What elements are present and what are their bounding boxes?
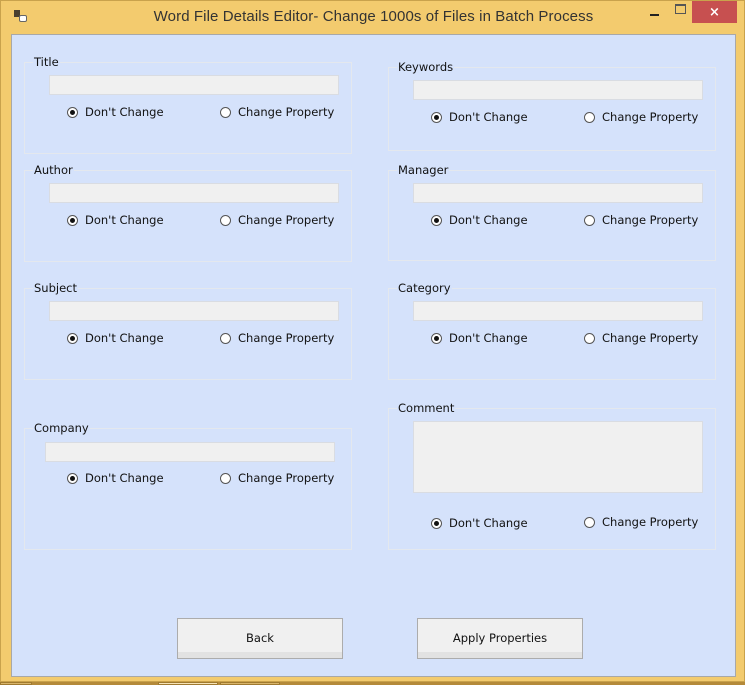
manager-input[interactable] [413,183,703,203]
minimize-button[interactable] [641,1,667,23]
title-input[interactable] [49,75,339,95]
subject-input[interactable] [49,301,339,321]
subject-dont-change-radio[interactable]: Don't Change [67,331,164,345]
maximize-button[interactable] [669,1,691,23]
client-area: Title Don't Change Change Property Autho… [11,34,736,677]
keywords-dont-change-radio[interactable]: Don't Change [431,110,528,124]
radio-checked-icon [67,106,78,118]
radio-unchecked-icon [220,214,231,226]
radio-unchecked-icon [584,516,595,528]
category-input[interactable] [413,301,703,321]
author-change-property-radio[interactable]: Change Property [220,213,334,227]
radio-unchecked-icon [584,214,595,226]
radio-checked-icon [67,472,78,484]
company-dont-change-radio[interactable]: Don't Change [67,471,164,485]
group-label-subject: Subject [33,281,78,295]
manager-dont-change-radio[interactable]: Don't Change [431,213,528,227]
group-label-author: Author [33,163,74,177]
title-dont-change-radio[interactable]: Don't Change [67,105,164,119]
manager-change-property-radio[interactable]: Change Property [584,213,698,227]
author-dont-change-radio[interactable]: Don't Change [67,213,164,227]
radio-unchecked-icon [220,472,231,484]
radio-checked-icon [431,332,442,344]
group-label-company: Company [33,421,90,435]
company-input[interactable] [45,442,335,462]
comment-dont-change-radio[interactable]: Don't Change [431,516,528,530]
subject-change-property-radio[interactable]: Change Property [220,331,334,345]
maximize-icon [674,4,686,14]
radio-checked-icon [67,332,78,344]
app-window: Word File Details Editor- Change 1000s o… [0,0,745,682]
comment-change-property-radio[interactable]: Change Property [584,515,698,529]
radio-checked-icon [67,214,78,226]
keywords-change-property-radio[interactable]: Change Property [584,110,698,124]
close-button[interactable]: × [692,1,737,23]
category-dont-change-radio[interactable]: Don't Change [431,331,528,345]
radio-unchecked-icon [584,111,595,123]
company-change-property-radio[interactable]: Change Property [220,471,334,485]
group-label-title: Title [33,55,60,69]
radio-unchecked-icon [220,332,231,344]
group-label-keywords: Keywords [397,60,455,74]
radio-checked-icon [431,517,442,529]
author-input[interactable] [49,183,339,203]
window-title: Word File Details Editor- Change 1000s o… [153,8,594,25]
category-change-property-radio[interactable]: Change Property [584,331,698,345]
keywords-input[interactable] [413,80,703,100]
back-button[interactable]: Back [177,618,343,659]
group-label-manager: Manager [397,163,450,177]
radio-checked-icon [431,111,442,123]
title-change-property-radio[interactable]: Change Property [220,105,334,119]
radio-checked-icon [431,214,442,226]
radio-unchecked-icon [584,332,595,344]
group-label-category: Category [397,281,452,295]
group-label-comment: Comment [397,401,456,415]
comment-textarea[interactable] [413,421,703,493]
close-icon: × [709,4,720,20]
radio-unchecked-icon [220,106,231,118]
title-bar[interactable]: Word File Details Editor- Change 1000s o… [1,1,745,33]
apply-properties-button[interactable]: Apply Properties [417,618,583,659]
minimize-icon [649,14,659,16]
